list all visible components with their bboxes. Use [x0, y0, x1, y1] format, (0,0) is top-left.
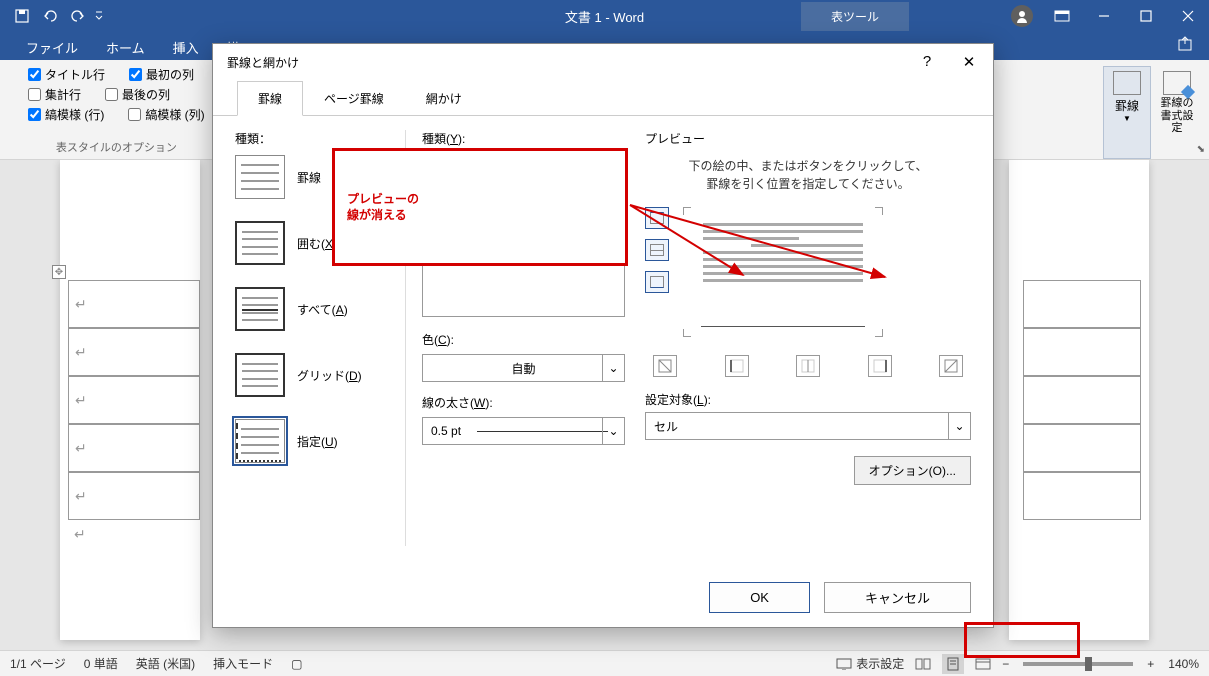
ribbon-options-button[interactable] — [1041, 0, 1083, 32]
status-words[interactable]: 0 単語 — [84, 655, 118, 672]
view-web-layout[interactable] — [972, 654, 994, 674]
table-row[interactable]: ↵ — [68, 472, 200, 520]
document-title: 文書 1 - Word — [565, 7, 644, 26]
preview-top-border-btn[interactable] — [645, 207, 669, 229]
tab-page-border[interactable]: ページ罫線 — [303, 81, 405, 116]
table-row[interactable]: ↵ — [68, 280, 200, 328]
kinds-label: 種類： — [235, 130, 405, 147]
user-avatar[interactable] — [1011, 5, 1033, 27]
chk-first-col[interactable]: 最初の列 — [129, 66, 194, 83]
undo-button[interactable] — [36, 2, 64, 30]
zoom-in[interactable]: + — [1147, 657, 1154, 671]
target-label: 設定対象(L): — [645, 391, 971, 408]
zoom-value[interactable]: 140% — [1168, 657, 1199, 671]
width-dropdown[interactable]: 0.5 pt ⌄ — [422, 417, 625, 445]
chk-title-row[interactable]: タイトル行 — [28, 66, 105, 83]
title-bar: 文書 1 - Word 表ツール — [0, 0, 1209, 32]
zoom-slider[interactable] — [1023, 662, 1133, 666]
tab-borders[interactable]: 罫線 — [237, 81, 303, 116]
ok-button[interactable]: OK — [709, 582, 810, 613]
table-row[interactable] — [1023, 424, 1141, 472]
page-right — [1009, 160, 1149, 640]
page-left: ✥ ↵ ↵ ↵ ↵ ↵ ↵ — [60, 160, 200, 640]
status-insert[interactable]: 挿入モード — [213, 655, 273, 672]
borders-dropdown[interactable]: 罫線 ▼ — [1103, 66, 1151, 159]
preview-diagram[interactable] — [683, 207, 883, 337]
chevron-down-icon: ⌄ — [602, 355, 624, 381]
table-row[interactable] — [1023, 280, 1141, 328]
borders-shading-dialog: 罫線と網かけ ? ✕ 罫線 ページ罫線 網かけ 種類： 罫線 囲む(X) すべて… — [212, 43, 994, 628]
share-button[interactable] — [1163, 32, 1209, 60]
preview-hint: 下の絵の中、またはボタンをクリックして、 罫線を引く位置を指定してください。 — [645, 157, 971, 193]
view-print-layout[interactable] — [942, 654, 964, 674]
color-dropdown[interactable]: 自動 ⌄ — [422, 354, 625, 382]
border-painter-button[interactable]: 罫線の 書式設定 — [1153, 66, 1201, 159]
target-dropdown[interactable]: セル ⌄ — [645, 412, 971, 440]
table-move-handle[interactable]: ✥ — [52, 265, 66, 279]
table-style-options-group: タイトル行 最初の列 集計行 最後の列 縞模様 (行) 縞模様 (列) 表スタイ… — [18, 66, 216, 159]
color-label: 色(C): — [422, 331, 625, 348]
preview-right-border-btn[interactable] — [868, 355, 892, 377]
annotation-text: プレビューの 線が消える — [347, 191, 625, 223]
dialog-title: 罫線と網かけ — [227, 54, 299, 71]
style-label: 種類(Y): — [422, 130, 625, 147]
table-row[interactable] — [1023, 328, 1141, 376]
width-label: 線の太さ(W): — [422, 394, 625, 411]
tab-home[interactable]: ホーム — [92, 32, 159, 60]
preview-bottom-border-btn[interactable] — [645, 271, 669, 293]
table-row[interactable]: ↵ — [68, 424, 200, 472]
minimize-button[interactable] — [1083, 0, 1125, 32]
kind-all[interactable]: すべて(A) — [235, 287, 405, 331]
tab-insert[interactable]: 挿入 — [159, 32, 213, 60]
border-painter-icon — [1163, 71, 1191, 95]
table-row[interactable]: ↵ — [68, 328, 200, 376]
table-row[interactable] — [1023, 472, 1141, 520]
options-button[interactable]: オプション(O)... — [854, 456, 971, 485]
dialog-tabs: 罫線 ページ罫線 網かけ — [213, 80, 993, 116]
dialog-titlebar: 罫線と網かけ ? ✕ — [213, 44, 993, 80]
view-read-mode[interactable] — [912, 654, 934, 674]
chk-banded-cols[interactable]: 縞模様 (列) — [128, 106, 204, 123]
status-lang[interactable]: 英語 (米国) — [136, 655, 195, 672]
zoom-out[interactable]: − — [1002, 657, 1009, 671]
maximize-button[interactable] — [1125, 0, 1167, 32]
chk-last-col[interactable]: 最後の列 — [105, 86, 170, 103]
window-controls — [1011, 0, 1209, 32]
preview-column: プレビュー 下の絵の中、またはボタンをクリックして、 罫線を引く位置を指定してく… — [625, 130, 971, 546]
preview-left-border-btn[interactable] — [725, 355, 749, 377]
redo-button[interactable] — [64, 2, 92, 30]
status-display[interactable]: 表示設定 — [836, 655, 904, 672]
kind-grid[interactable]: グリッド(D) — [235, 353, 405, 397]
kind-custom[interactable]: 指定(U) — [235, 419, 405, 463]
preview-vmid-border-btn[interactable] — [796, 355, 820, 377]
quick-access-toolbar — [0, 2, 106, 30]
annotation-callout: プレビューの 線が消える — [332, 148, 628, 266]
table-row[interactable] — [1023, 376, 1141, 424]
dialog-launcher[interactable]: ⬊ — [1197, 144, 1205, 155]
preview-label: プレビュー — [645, 130, 971, 147]
status-page[interactable]: 1/1 ページ — [10, 655, 66, 672]
status-record-icon[interactable]: ▢ — [291, 657, 302, 671]
qat-customize[interactable] — [92, 2, 106, 30]
contextual-tab-label: 表ツール — [801, 2, 909, 31]
cancel-button[interactable]: キャンセル — [824, 582, 971, 613]
chevron-down-icon: ⌄ — [948, 413, 970, 439]
chevron-down-icon: ⌄ — [602, 418, 624, 444]
preview-diag-up-btn[interactable] — [939, 355, 963, 377]
dialog-help-button[interactable]: ? — [917, 53, 937, 71]
group-label: 表スタイルのオプション — [28, 135, 205, 155]
dialog-close-button[interactable]: ✕ — [959, 53, 979, 71]
preview-mid-border-btn[interactable] — [645, 239, 669, 261]
close-button[interactable] — [1167, 0, 1209, 32]
chk-total-row[interactable]: 集計行 — [28, 86, 81, 103]
table-row[interactable]: ↵ — [68, 376, 200, 424]
borders-icon — [1113, 71, 1141, 95]
tab-file[interactable]: ファイル — [12, 32, 92, 60]
status-bar: 1/1 ページ 0 単語 英語 (米国) 挿入モード ▢ 表示設定 − + 14… — [0, 650, 1209, 676]
save-button[interactable] — [8, 2, 36, 30]
tab-shading[interactable]: 網かけ — [405, 81, 483, 116]
chk-banded-rows[interactable]: 縞模様 (行) — [28, 106, 104, 123]
preview-diag-down-btn[interactable] — [653, 355, 677, 377]
